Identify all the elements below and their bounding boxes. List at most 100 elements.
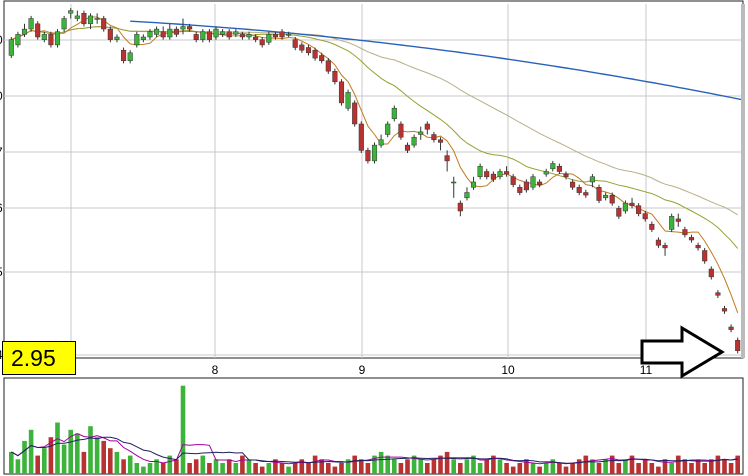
volume-bar: [728, 463, 734, 474]
candle-body: [213, 28, 219, 38]
candle-body: [543, 171, 549, 175]
volume-bar: [359, 459, 364, 474]
candle-body: [345, 92, 351, 109]
volume-bar: [623, 459, 628, 474]
candle-body: [187, 26, 193, 30]
candle-body: [603, 194, 609, 199]
volume-bar: [596, 463, 602, 474]
candle-body: [220, 31, 226, 35]
x-tick-label: 11: [640, 363, 653, 377]
x-tick-label: 8: [212, 363, 219, 377]
volume-bar: [669, 463, 674, 474]
volume-bar: [35, 455, 40, 474]
volume-bar: [543, 463, 549, 474]
candle-body: [94, 18, 100, 20]
volume-bar: [312, 455, 318, 474]
candle-body: [398, 123, 404, 138]
volume-bar: [444, 451, 450, 474]
candle-body: [636, 205, 642, 214]
volume-bar: [425, 463, 430, 474]
candle-body: [206, 31, 212, 40]
volume-bar: [537, 466, 542, 474]
volume-bar: [266, 463, 272, 474]
volume-bar: [306, 463, 311, 474]
volume-bar: [108, 448, 113, 474]
volume-bar: [524, 459, 529, 474]
volume-bar: [649, 463, 655, 474]
volume-bar: [88, 426, 93, 474]
stock-chart: 891011007654: [0, 0, 746, 475]
volume-bar: [636, 463, 641, 474]
volume-bar: [464, 459, 470, 474]
candle-body: [54, 31, 61, 46]
volume-bar: [378, 451, 384, 474]
candle-body: [424, 123, 430, 130]
candle-body: [715, 292, 721, 296]
candle-body: [167, 28, 173, 38]
candle-body: [517, 187, 523, 193]
volume-bar: [286, 466, 291, 474]
candle-body: [530, 176, 536, 188]
candle-body: [563, 173, 569, 177]
volume-bar: [246, 459, 252, 474]
candle-body: [404, 144, 411, 151]
candle-body: [226, 31, 232, 38]
candle-body: [15, 34, 21, 46]
volume-bar: [642, 459, 648, 474]
volume-bar: [61, 444, 67, 474]
volume-bar: [557, 463, 562, 474]
volume-bar: [101, 440, 106, 474]
candle-body: [114, 36, 120, 40]
price-panel: [3, 0, 744, 359]
volume-bar: [332, 466, 338, 474]
volume-bar: [28, 429, 34, 474]
candle-body: [662, 245, 668, 249]
candle-body: [266, 34, 272, 43]
candle-body: [418, 131, 424, 135]
candle-body: [352, 102, 358, 125]
candle-body: [616, 208, 622, 217]
candle-body: [609, 194, 615, 204]
candle-body: [523, 181, 529, 191]
scroll-strip: [741, 4, 745, 358]
volume-bar: [114, 451, 120, 474]
volume-bar: [689, 463, 694, 474]
candle-body: [233, 31, 239, 35]
volume-bar: [127, 455, 133, 474]
candle-body: [35, 23, 41, 38]
candle-body: [48, 34, 54, 46]
volume-bar: [220, 463, 225, 474]
y-axis-label: 5: [0, 265, 3, 279]
candle-body: [299, 44, 305, 51]
candle-body: [688, 237, 695, 241]
candle-body: [431, 134, 437, 141]
candle-body: [292, 39, 298, 48]
volume-bar: [682, 459, 688, 474]
volume-bar: [517, 463, 523, 474]
candle-body: [655, 239, 661, 246]
candle-body: [338, 81, 345, 104]
candle-body: [8, 39, 14, 56]
x-tick-label: 9: [359, 363, 366, 377]
candle-body: [497, 171, 503, 178]
volume-bar: [570, 463, 575, 474]
volume-bar: [134, 463, 140, 474]
volume-bar: [405, 459, 410, 474]
candle-body: [28, 18, 34, 30]
volume-bar: [504, 463, 509, 474]
candle-body: [695, 245, 701, 249]
volume-bar: [451, 459, 456, 474]
y-axis-label: 0: [0, 89, 3, 103]
volume-bar: [193, 459, 199, 474]
candle-body: [510, 176, 516, 185]
candle-body: [385, 123, 391, 135]
volume-bar: [530, 463, 536, 474]
candle-body: [570, 181, 576, 188]
candle-body: [391, 107, 397, 119]
volume-bar: [676, 455, 681, 474]
candle-body: [589, 176, 595, 183]
volume-bar: [180, 385, 186, 474]
volume-bar: [616, 463, 622, 474]
volume-bar: [240, 455, 245, 474]
y-axis-label: 7: [0, 145, 3, 159]
